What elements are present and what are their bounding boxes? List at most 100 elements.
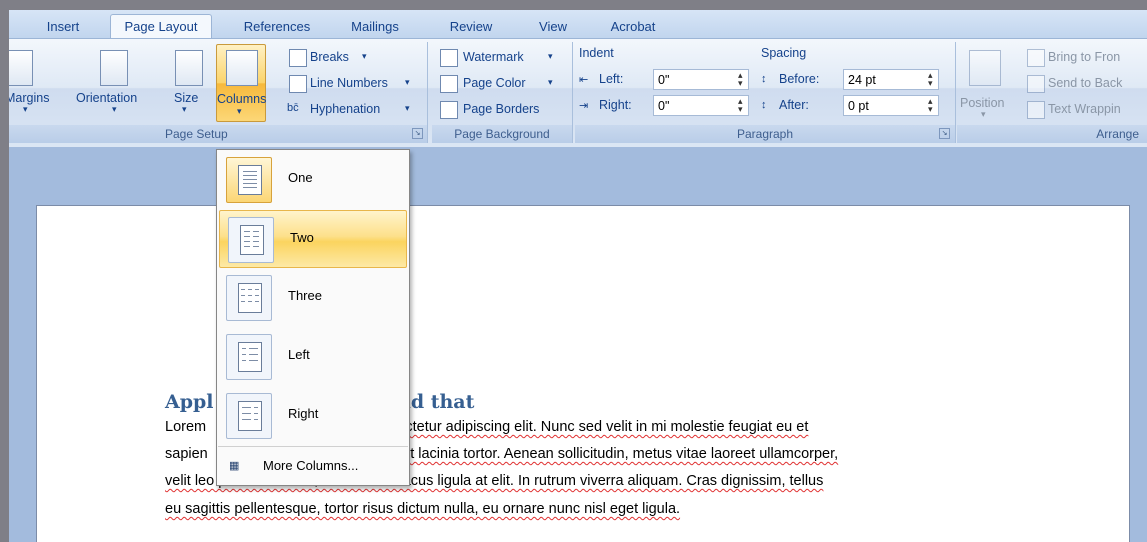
one-column-line-icon (243, 179, 257, 180)
watermark-dropdown-icon: ▾ (548, 51, 553, 61)
send-to-back-icon (1027, 75, 1045, 93)
spacing-before-icon: ↕ (761, 73, 767, 85)
orientation-label: Orientation (76, 91, 138, 105)
indent-right-icon: ⇥ (579, 100, 589, 112)
tab-references[interactable]: References (237, 17, 317, 37)
margins-dropdown-icon: ▾ (23, 104, 28, 114)
send-to-back-label: Send to Back (1048, 76, 1123, 90)
hyphenation-dropdown-icon: ▾ (405, 103, 410, 113)
indent-label: Indent (579, 46, 614, 60)
three-columns-line-icon (241, 295, 245, 296)
right-column-page-icon (238, 401, 262, 431)
hyphenation-label: Hyphenation (310, 102, 381, 116)
right-column-line-icon (242, 419, 251, 420)
watermark-label: Watermark (463, 50, 524, 64)
tab-mailings[interactable]: Mailings (336, 17, 414, 37)
page-setup-group-label: Page Setup (9, 125, 427, 143)
indent-right-spinner-icon[interactable]: ▴ ▾ (738, 97, 743, 114)
spacing-before-input[interactable]: 24 pt (843, 69, 939, 90)
spacing-before-label: Before: (779, 72, 820, 86)
two-columns-line-icon (244, 236, 250, 237)
ribbon-tab-bar: Insert Page Layout References Mailings R… (9, 10, 1147, 40)
indent-left-label: Left: (599, 72, 624, 86)
document-workspace: Appl nd that Lorem nsectetur adipiscing … (9, 147, 1147, 542)
more-columns-item[interactable]: ▦ More Columns... (218, 448, 408, 482)
body-line-4: eu sagittis pellentesque, tortor risus d… (165, 501, 681, 517)
two-columns-line-icon (253, 241, 259, 242)
tab-acrobat[interactable]: Acrobat (601, 17, 665, 37)
two-columns-page-icon (240, 225, 264, 255)
page-color-icon (440, 75, 458, 93)
three-columns-line-icon (255, 295, 259, 296)
position-icon (969, 50, 1001, 86)
document-heading-start: Appl (165, 391, 214, 413)
right-column-line-icon (242, 413, 251, 414)
spacing-label: Spacing (761, 46, 807, 60)
breaks-label: Breaks (310, 50, 349, 64)
columns-option-right[interactable]: Right (218, 387, 408, 443)
columns-button[interactable]: Columns ▾ (216, 44, 266, 122)
right-column-icon (226, 393, 272, 439)
three-columns-line-icon (248, 295, 252, 296)
menu-separator (218, 446, 408, 447)
indent-left-input[interactable]: 0" (653, 69, 749, 90)
three-columns-line-icon (255, 289, 259, 290)
indent-right-label: Right: (599, 98, 632, 112)
paragraph-launcher-icon[interactable]: ↘ (939, 128, 950, 139)
line-numbers-icon (289, 75, 307, 93)
breaks-icon (289, 49, 307, 67)
more-columns-icon: ▦ (229, 460, 240, 472)
columns-option-two[interactable]: Two (219, 210, 407, 268)
spacing-before-spinner-icon[interactable]: ▴ ▾ (928, 71, 933, 88)
tab-review[interactable]: Review (441, 17, 501, 37)
page-setup-launcher-icon[interactable]: ↘ (412, 128, 423, 139)
tab-view[interactable]: View (531, 17, 575, 37)
page-color-label: Page Color (463, 76, 526, 90)
two-columns-line-icon (244, 246, 250, 247)
text-wrapping-icon (1027, 101, 1045, 119)
body-line-2-end: amet lacinia tortor. Aenean sollicitudin… (382, 446, 839, 462)
columns-option-three-label: Three (288, 288, 322, 303)
left-column-line-icon (249, 348, 258, 349)
two-columns-line-icon (253, 231, 259, 232)
indent-left-spinner-icon[interactable]: ▴ ▾ (738, 71, 743, 88)
indent-right-input[interactable]: 0" (653, 95, 749, 116)
three-columns-icon (226, 275, 272, 321)
columns-option-three[interactable]: Three (218, 269, 408, 325)
columns-option-left[interactable]: Left (218, 328, 408, 384)
more-columns-label: More Columns... (263, 458, 359, 473)
two-columns-icon (228, 217, 274, 263)
tab-page-layout[interactable]: Page Layout (110, 14, 212, 40)
right-column-line-icon (242, 407, 251, 408)
spacing-after-spinner-icon[interactable]: ▴ ▾ (928, 97, 933, 114)
position-label: Position (960, 96, 1005, 110)
watermark-icon (440, 49, 458, 67)
two-columns-line-icon (244, 231, 250, 232)
columns-label: Columns (217, 92, 267, 106)
columns-option-one[interactable]: One (218, 151, 408, 207)
tab-insert[interactable]: Insert (37, 17, 89, 37)
left-column-page-icon (238, 342, 262, 372)
right-column-line-icon (254, 413, 258, 414)
document-page[interactable]: Appl nd that Lorem nsectetur adipiscing … (36, 205, 1130, 542)
two-columns-line-icon (244, 241, 250, 242)
size-label: Size (174, 91, 199, 105)
body-line-2-start: sapien (165, 446, 208, 462)
size-icon (175, 50, 203, 86)
spacing-after-label: After: (779, 98, 809, 112)
margins-label: Margins (9, 91, 50, 105)
three-columns-line-icon (255, 301, 259, 302)
three-columns-line-icon (241, 301, 245, 302)
three-columns-line-icon (241, 289, 245, 290)
one-column-icon (226, 157, 272, 203)
size-dropdown-icon: ▾ (182, 104, 187, 114)
hyphenation-icon: bc̄ (287, 102, 299, 114)
indent-left-icon: ⇤ (579, 74, 589, 86)
left-column-line-icon (242, 348, 246, 349)
columns-icon (226, 50, 258, 86)
page-background-group: Watermark ▾ Page Color ▾ Page Borders Pa… (432, 42, 573, 143)
paragraph-group-label: Paragraph (575, 125, 955, 143)
two-columns-line-icon (253, 246, 259, 247)
spacing-after-input[interactable]: 0 pt (843, 95, 939, 116)
word-window: Insert Page Layout References Mailings R… (9, 10, 1147, 542)
